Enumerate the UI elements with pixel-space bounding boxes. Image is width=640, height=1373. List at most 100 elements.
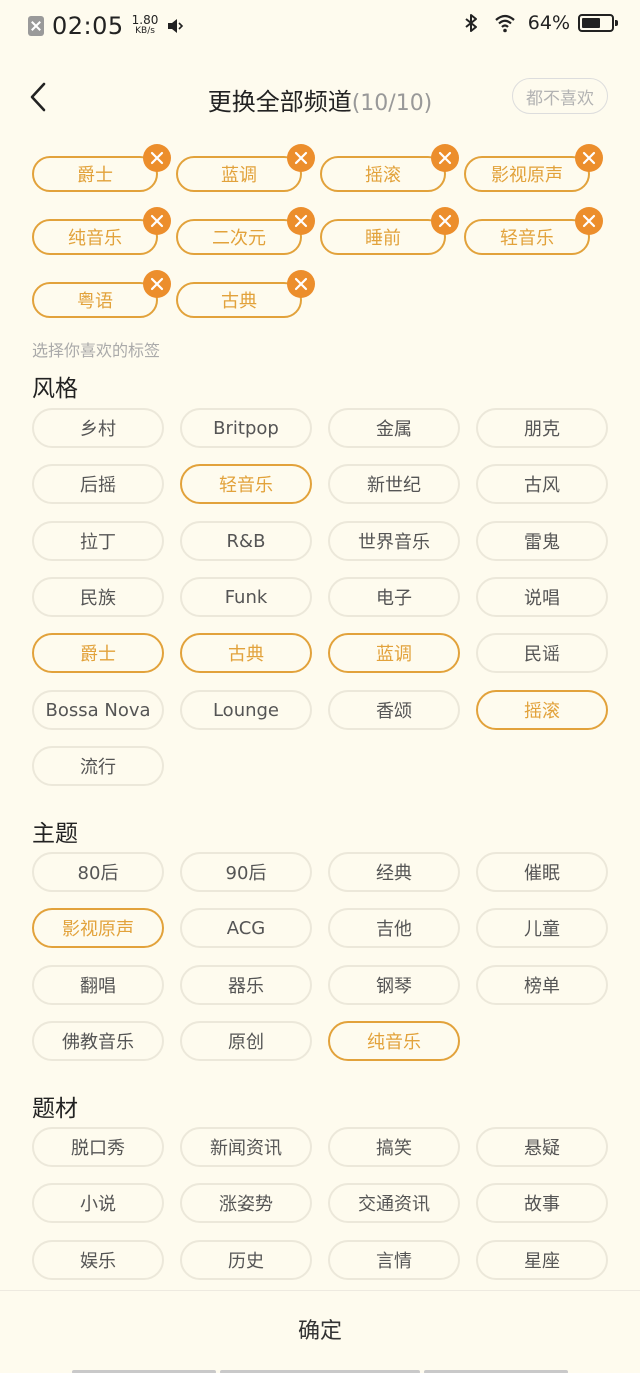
tag-chip[interactable]: Funk	[180, 577, 312, 617]
remove-tag-button[interactable]	[575, 144, 603, 172]
page-title-text: 更换全部频道	[207, 88, 352, 116]
tag-chip[interactable]: 爵士	[32, 633, 164, 673]
selected-tag[interactable]: 二次元	[176, 219, 302, 255]
selected-tag[interactable]: 古典	[176, 282, 302, 318]
tag-chip[interactable]: 拉丁	[32, 521, 164, 561]
battery-percent: 64%	[527, 12, 570, 34]
tag-chip[interactable]: 朋克	[476, 408, 608, 448]
tag-chip[interactable]: 后摇	[32, 464, 164, 504]
tag-chip[interactable]: 翻唱	[32, 965, 164, 1005]
remove-tag-button[interactable]	[431, 207, 459, 235]
tag-chip[interactable]: 搞笑	[328, 1127, 460, 1167]
tag-chip[interactable]: 影视原声	[32, 908, 164, 948]
battery-level-fill	[582, 18, 600, 28]
tag-chip[interactable]: 民谣	[476, 633, 608, 673]
tag-chip[interactable]: 经典	[328, 852, 460, 892]
tag-chip[interactable]: 交通资讯	[328, 1183, 460, 1223]
network-speed-value: 1.80	[131, 13, 159, 27]
close-icon	[582, 214, 596, 228]
tag-chip[interactable]: 雷鬼	[476, 521, 608, 561]
dislike-all-button[interactable]: 都不喜欢	[512, 78, 608, 114]
tag-chip[interactable]: 新闻资讯	[180, 1127, 312, 1167]
hint-text: 选择你喜欢的标签	[32, 341, 161, 360]
tag-chip[interactable]: 流行	[32, 746, 164, 786]
status-bar: 02:05 1.80 KB/s 64%	[0, 0, 640, 52]
tag-chip[interactable]: 世界音乐	[328, 521, 460, 561]
status-bar-right: 64%	[460, 12, 618, 34]
tag-chip[interactable]: 钢琴	[328, 965, 460, 1005]
selected-tag[interactable]: 睡前	[320, 219, 446, 255]
tag-chip[interactable]: 佛教音乐	[32, 1021, 164, 1061]
tag-chip[interactable]: R&B	[180, 521, 312, 561]
close-icon	[294, 277, 308, 291]
tag-chip[interactable]: 说唱	[476, 577, 608, 617]
tag-chip[interactable]: 轻音乐	[180, 464, 312, 504]
tag-chip[interactable]: Bossa Nova	[32, 690, 164, 730]
tag-chip[interactable]: ACG	[180, 908, 312, 948]
tag-chip[interactable]: 吉他	[328, 908, 460, 948]
tag-chip[interactable]: 娱乐	[32, 1240, 164, 1280]
tag-chip[interactable]: 历史	[180, 1240, 312, 1280]
remove-tag-button[interactable]	[287, 144, 315, 172]
section-title: 题材	[32, 1096, 78, 1122]
remove-tag-button[interactable]	[287, 207, 315, 235]
close-icon	[294, 214, 308, 228]
selected-tag[interactable]: 影视原声	[464, 156, 590, 192]
tag-chip[interactable]: 民族	[32, 577, 164, 617]
selected-tag[interactable]: 蓝调	[176, 156, 302, 192]
tag-chip[interactable]: 故事	[476, 1183, 608, 1223]
tag-chip[interactable]: 原创	[180, 1021, 312, 1061]
tag-chip[interactable]: 催眠	[476, 852, 608, 892]
tag-chip[interactable]: 纯音乐	[328, 1021, 460, 1061]
selected-tag[interactable]: 轻音乐	[464, 219, 590, 255]
close-icon	[438, 151, 452, 165]
tag-chip[interactable]: 星座	[476, 1240, 608, 1280]
selected-tag[interactable]: 纯音乐	[32, 219, 158, 255]
tag-chip[interactable]: Britpop	[180, 408, 312, 448]
no-sim-icon	[28, 16, 44, 36]
status-bar-left: 02:05 1.80 KB/s	[28, 12, 186, 40]
selected-tag[interactable]: 摇滚	[320, 156, 446, 192]
tag-chip[interactable]: 器乐	[180, 965, 312, 1005]
tag-chip[interactable]: 榜单	[476, 965, 608, 1005]
remove-tag-button[interactable]	[575, 207, 603, 235]
section-title: 风格	[32, 376, 78, 402]
selected-tag[interactable]: 爵士	[32, 156, 158, 192]
close-icon	[150, 151, 164, 165]
header: 更换全部频道(10/10) 都不喜欢	[0, 70, 640, 124]
remove-tag-button[interactable]	[431, 144, 459, 172]
bluetooth-icon	[465, 14, 477, 32]
tag-chip[interactable]: 古风	[476, 464, 608, 504]
footer: 确定	[0, 1290, 640, 1373]
tag-chip[interactable]: 言情	[328, 1240, 460, 1280]
tag-chip[interactable]: 摇滚	[476, 690, 608, 730]
tag-chip[interactable]: 脱口秀	[32, 1127, 164, 1167]
tag-chip[interactable]: 金属	[328, 408, 460, 448]
speaker-mute-icon	[168, 19, 184, 33]
remove-tag-button[interactable]	[143, 144, 171, 172]
close-icon	[150, 277, 164, 291]
confirm-button[interactable]: 确定	[0, 1291, 640, 1367]
close-icon	[582, 151, 596, 165]
tag-chip[interactable]: 90后	[180, 852, 312, 892]
section-title: 主题	[32, 821, 78, 847]
tag-chip[interactable]: 悬疑	[476, 1127, 608, 1167]
tag-chip[interactable]: Lounge	[180, 690, 312, 730]
tag-chip[interactable]: 电子	[328, 577, 460, 617]
channel-picker-screen: 02:05 1.80 KB/s 64% 更换全部频道(10/10) 都不喜欢 爵…	[0, 0, 640, 1373]
tag-chip[interactable]: 儿童	[476, 908, 608, 948]
tag-chip[interactable]: 乡村	[32, 408, 164, 448]
tag-chip[interactable]: 古典	[180, 633, 312, 673]
remove-tag-button[interactable]	[143, 207, 171, 235]
tag-chip[interactable]: 小说	[32, 1183, 164, 1223]
tag-chip[interactable]: 新世纪	[328, 464, 460, 504]
close-icon	[294, 151, 308, 165]
tag-chip[interactable]: 涨姿势	[180, 1183, 312, 1223]
selected-tag[interactable]: 粤语	[32, 282, 158, 318]
tag-chip[interactable]: 蓝调	[328, 633, 460, 673]
remove-tag-button[interactable]	[287, 270, 315, 298]
tag-chip[interactable]: 80后	[32, 852, 164, 892]
tag-chip[interactable]: 香颂	[328, 690, 460, 730]
remove-tag-button[interactable]	[143, 270, 171, 298]
battery-icon	[578, 14, 618, 32]
